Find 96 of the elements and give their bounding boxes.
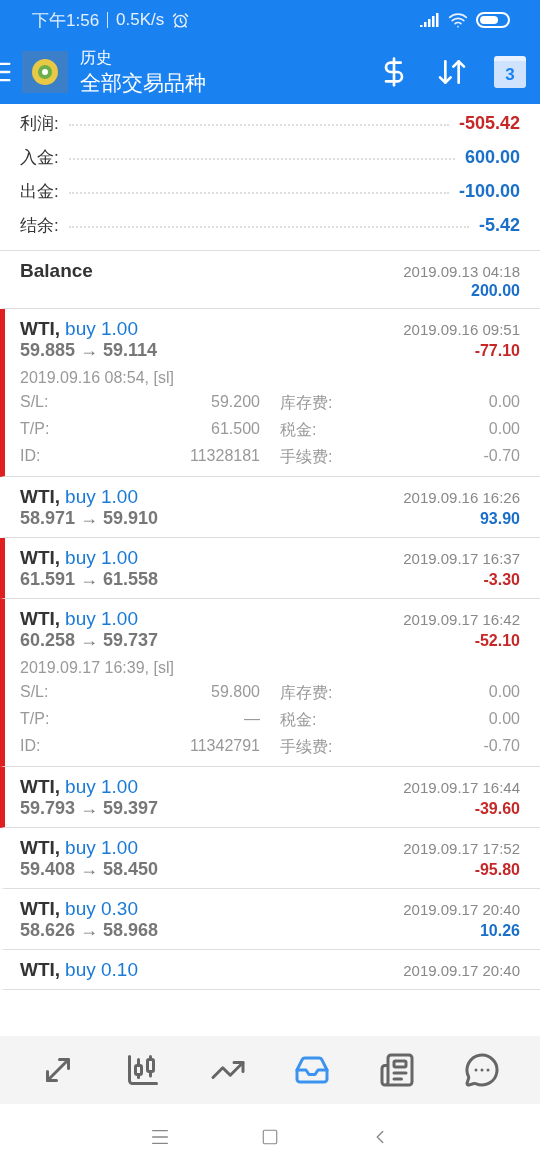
- alarm-icon: [172, 11, 190, 29]
- trade-time: 2019.09.17 16:44: [403, 779, 520, 796]
- trade-side: buy 1.00: [65, 486, 138, 507]
- fee-label: 手续费:: [279, 447, 334, 467]
- trade-row[interactable]: WTI, buy 0.10 2019.09.17 20:40: [0, 950, 540, 990]
- trade-prices: 58.971 → 59.910: [20, 508, 159, 529]
- fee-label: 手续费:: [279, 737, 334, 757]
- status-time: 下午1:56: [32, 9, 100, 32]
- balance-label: Balance: [20, 260, 93, 282]
- trade-time: 2019.09.16 16:26: [403, 489, 520, 506]
- trade-row[interactable]: WTI, buy 1.00 2019.09.17 17:52 59.408 → 58.450 -95.80: [0, 828, 540, 889]
- fee-value: 0.00: [487, 420, 520, 439]
- trade-symbol: WTI,: [20, 776, 61, 797]
- detail-value: 11328181: [189, 447, 260, 466]
- signal-icon: [420, 13, 440, 27]
- news-tab[interactable]: [378, 1052, 415, 1088]
- trade-side: buy 0.10: [65, 959, 138, 980]
- chart-tab[interactable]: [125, 1052, 161, 1088]
- open-time: 2019.09.17 16:39, [sl]: [20, 659, 175, 677]
- detail-value: 59.200: [210, 393, 260, 412]
- fee-value: -0.70: [482, 447, 520, 466]
- balance-amount: 200.00: [471, 282, 520, 300]
- detail-label: S/L:: [20, 683, 50, 702]
- trade-side: buy 1.00: [65, 837, 138, 858]
- wifi-icon: [448, 10, 468, 30]
- trade-symbol: WTI,: [20, 318, 61, 339]
- trade-profit: -39.60: [474, 800, 520, 818]
- trade-row[interactable]: WTI, buy 0.30 2019.09.17 20:40 58.626 → 58.968 10.26: [0, 889, 540, 950]
- trade-prices: 60.258 → 59.737: [20, 630, 159, 651]
- summary-label: 利润:: [20, 112, 59, 135]
- fee-value: 0.00: [487, 393, 520, 412]
- summary-value: -100.00: [458, 180, 520, 202]
- detail-label: S/L:: [20, 393, 50, 412]
- trade-side: buy 0.30: [65, 898, 138, 919]
- fee-value: -0.70: [482, 737, 520, 756]
- network-speed: 0.5K/s: [116, 10, 165, 30]
- trade-symbol: WTI,: [20, 898, 61, 919]
- summary-value: -5.42: [478, 214, 520, 236]
- trade-prices: 59.885 → 59.114: [20, 340, 158, 361]
- summary-value: -505.42: [458, 112, 520, 134]
- detail-label: ID:: [20, 737, 42, 756]
- trade-row[interactable]: WTI, buy 1.00 2019.09.16 16:26 58.971 → 59.910 93.90: [0, 477, 540, 538]
- trade-profit: 10.26: [479, 922, 520, 940]
- app-logo-icon[interactable]: [22, 51, 68, 93]
- trade-profit: -3.30: [483, 571, 520, 589]
- detail-label: T/P:: [20, 710, 51, 729]
- trade-time: 2019.09.16 09:51: [403, 321, 520, 338]
- summary-label: 入金:: [20, 146, 59, 169]
- fee-value: 0.00: [487, 683, 520, 702]
- trade-side: buy 1.00: [65, 608, 138, 629]
- trade-row[interactable]: WTI, buy 1.00 2019.09.17 16:42 60.258 → 59.737 -52.10 2019.09.17 16:39, [sl] S/L: 59.800 库存费: 0.00 T/P: — 税金: 0.00 ID: 11342791 手续费: -0.70: [0, 599, 540, 767]
- trade-prices: 58.626 → 58.968: [20, 920, 159, 941]
- detail-value: 59.800: [210, 683, 260, 702]
- screen-subtitle: 历史: [80, 47, 113, 68]
- trade-time: 2019.09.17 20:40: [403, 901, 520, 918]
- trade-symbol: WTI,: [20, 608, 61, 629]
- trade-prices: 59.793 → 59.397: [20, 798, 159, 819]
- battery-icon: [476, 12, 510, 28]
- fee-label: 税金:: [279, 420, 318, 440]
- open-time: 2019.09.16 08:54, [sl]: [20, 369, 175, 387]
- fee-value: 0.00: [487, 710, 520, 729]
- trade-prices: 61.591 → 61.558: [20, 569, 159, 590]
- trade-profit: -77.10: [474, 342, 520, 360]
- trade-row[interactable]: WTI, buy 1.00 2019.09.17 16:37 61.591 → 61.558 -3.30: [0, 538, 540, 599]
- detail-value: 11342791: [189, 737, 260, 756]
- fee-label: 税金:: [279, 710, 318, 730]
- fee-label: 库存费:: [279, 393, 334, 413]
- trade-profit: 93.90: [479, 510, 520, 528]
- detail-label: ID:: [20, 447, 42, 466]
- trade-row[interactable]: WTI, buy 1.00 2019.09.16 09:51 59.885 → 59.114 -77.10 2019.09.16 08:54, [sl] S/L: 59.200 库存费: 0.00 T/P: 61.500 税金: 0.00 ID: 11328181 手续费: -0.70: [0, 309, 540, 477]
- chat-tab[interactable]: [463, 1052, 500, 1088]
- trade-symbol: WTI,: [20, 837, 61, 858]
- detail-value: —: [243, 710, 260, 729]
- trade-time: 2019.09.17 20:40: [403, 962, 520, 979]
- trade-symbol: WTI,: [20, 959, 61, 980]
- summary-label: 结余:: [20, 214, 59, 237]
- home-icon[interactable]: [261, 1128, 279, 1146]
- trade-time: 2019.09.17 17:52: [403, 840, 520, 857]
- fee-label: 库存费:: [279, 683, 334, 703]
- screen-title[interactable]: 全部交易品种: [80, 68, 206, 97]
- detail-value: 61.500: [210, 420, 260, 439]
- trade-time: 2019.09.17 16:42: [403, 611, 520, 628]
- trade-side: buy 1.00: [65, 547, 138, 568]
- trade-side: buy 1.00: [65, 776, 138, 797]
- summary-label: 出金:: [20, 180, 59, 203]
- trade-profit: -95.80: [474, 861, 520, 879]
- trade-profit: -52.10: [474, 632, 520, 650]
- trade-symbol: WTI,: [20, 486, 61, 507]
- trade-row[interactable]: WTI, buy 1.00 2019.09.17 16:44 59.793 → 59.397 -39.60: [0, 767, 540, 828]
- deal-time: 2019.09.13 04:18: [403, 263, 520, 280]
- trade-prices: 59.408 → 58.450: [20, 859, 159, 880]
- trade-side: buy 1.00: [65, 318, 138, 339]
- trade-time: 2019.09.17 16:37: [403, 550, 520, 567]
- detail-label: T/P:: [20, 420, 51, 439]
- summary-value: 600.00: [464, 146, 520, 168]
- trade-symbol: WTI,: [20, 547, 61, 568]
